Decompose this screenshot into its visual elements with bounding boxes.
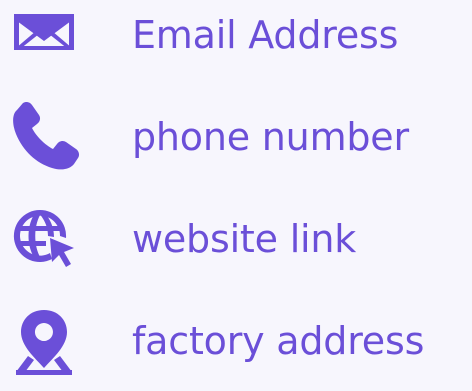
contact-list: Email Address phone number website link …	[0, 0, 472, 391]
phone-icon	[8, 102, 80, 172]
email-label[interactable]: Email Address	[132, 0, 398, 70]
map-pin-icon	[8, 306, 80, 376]
website-label[interactable]: website link	[132, 204, 356, 274]
phone-label[interactable]: phone number	[132, 102, 409, 172]
address-label[interactable]: factory address	[132, 306, 424, 376]
contact-row-email[interactable]: Email Address	[0, 0, 472, 70]
contact-row-phone[interactable]: phone number	[0, 102, 472, 172]
envelope-icon	[8, 0, 80, 70]
contact-row-website[interactable]: website link	[0, 204, 472, 274]
contact-row-address[interactable]: factory address	[0, 306, 472, 376]
globe-cursor-icon	[8, 204, 80, 274]
